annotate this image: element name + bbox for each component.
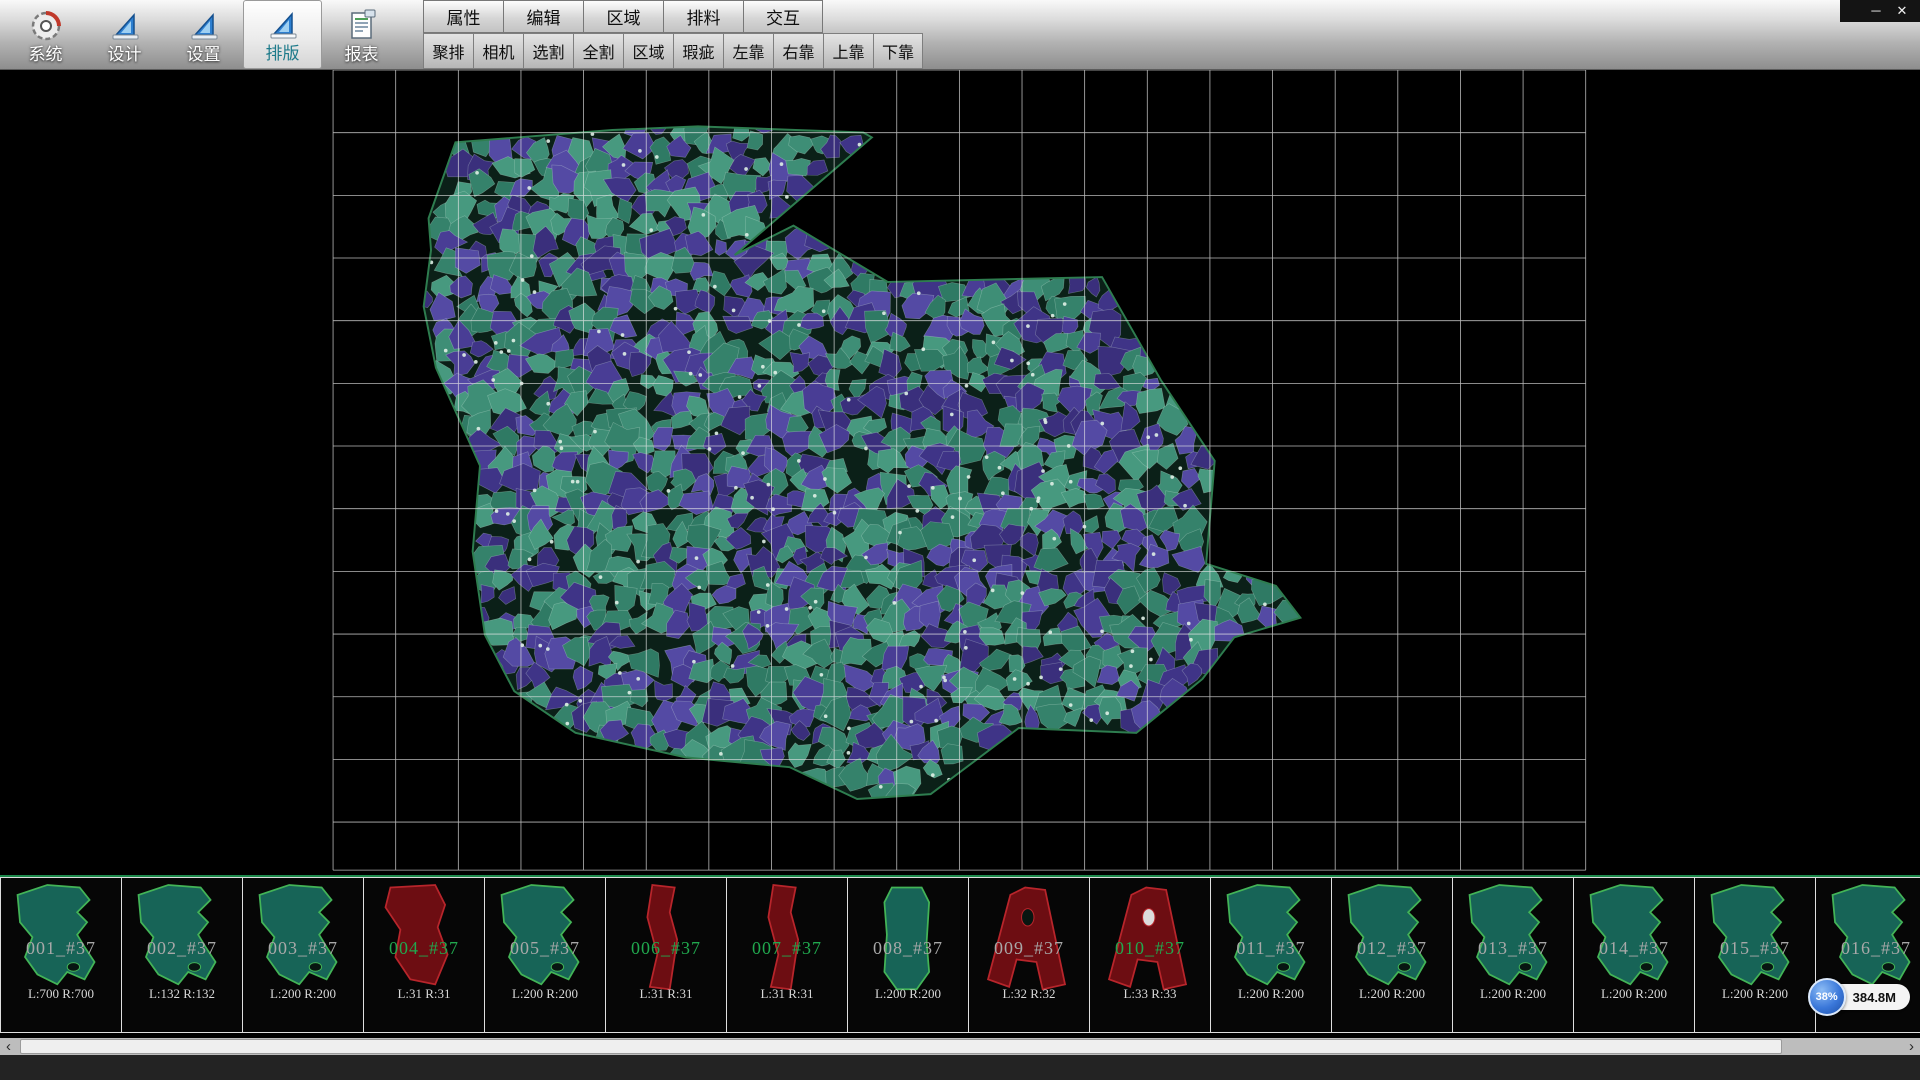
tool-button-5[interactable]: 区域 — [623, 33, 673, 69]
part-quantity-label: L:200 R:200 — [1332, 986, 1452, 1002]
nav-button-label: 设置 — [187, 46, 221, 65]
part-id-label: 001_#37 — [1, 938, 121, 959]
part-cell[interactable]: 014_#37 L:200 R:200 — [1574, 878, 1695, 1032]
part-id-label: 005_#37 — [485, 938, 605, 959]
tool-button-4[interactable]: 全割 — [573, 33, 623, 69]
nav-button-label: 排版 — [266, 45, 300, 64]
part-id-label: 008_#37 — [848, 938, 968, 959]
part-quantity-label: L:200 R:200 — [243, 986, 363, 1002]
menu-tab-2[interactable]: 编辑 — [503, 0, 583, 33]
menu-tab-3[interactable]: 区域 — [583, 0, 663, 33]
part-quantity-label: L:31 R:31 — [364, 986, 484, 1002]
part-id-label: 011_#37 — [1211, 938, 1331, 959]
part-cell[interactable]: 007_#37 L:31 R:31 — [727, 878, 848, 1032]
part-cell[interactable]: 004_#37 L:31 R:31 — [364, 878, 485, 1032]
scroll-right-arrow-icon[interactable]: › — [1903, 1038, 1920, 1055]
part-quantity-label: L:200 R:200 — [1574, 986, 1694, 1002]
tool-button-7[interactable]: 左靠 — [723, 33, 773, 69]
nav-buttons: 系统 设计 设置 排版 报表 — [0, 0, 401, 69]
design-icon — [106, 6, 144, 46]
part-id-label: 013_#37 — [1453, 938, 1573, 959]
tool-button-10[interactable]: 下靠 — [873, 33, 923, 69]
menu-tab-4[interactable]: 排料 — [663, 0, 743, 33]
part-quantity-label: L:31 R:31 — [727, 986, 847, 1002]
part-cell[interactable]: 015_#37 L:200 R:200 — [1695, 878, 1816, 1032]
scroll-left-arrow-icon[interactable]: ‹ — [0, 1038, 17, 1055]
nav-button-label: 设计 — [108, 46, 142, 65]
status-badge: 38% 384.8M — [1808, 978, 1910, 1016]
tool-button-1[interactable]: 聚排 — [423, 33, 473, 69]
part-id-label: 003_#37 — [243, 938, 363, 959]
part-cell[interactable]: 011_#37 L:200 R:200 — [1211, 878, 1332, 1032]
parts-strip: 001_#37L:700 R:700002_#37L:132 R:132003_… — [0, 877, 1920, 1033]
part-id-label: 002_#37 — [122, 938, 242, 959]
menu-tab-1[interactable]: 属性 — [423, 0, 503, 33]
part-cell[interactable]: 003_#37 L:200 R:200 — [243, 878, 364, 1032]
close-button[interactable]: ✕ — [1890, 0, 1914, 22]
part-cell[interactable]: 009_#37 L:32 R:32 — [969, 878, 1090, 1032]
part-id-label: 014_#37 — [1574, 938, 1694, 959]
part-quantity-label: L:200 R:200 — [485, 986, 605, 1002]
part-quantity-label: L:200 R:200 — [848, 986, 968, 1002]
tool-buttons: 聚排相机选割全割区域瑕疵左靠右靠上靠下靠 — [423, 33, 923, 69]
menu-area: 属性编辑区域排料交互 聚排相机选割全割区域瑕疵左靠右靠上靠下靠 — [423, 0, 923, 69]
part-id-label: 010_#37 — [1090, 938, 1210, 959]
nav-button-label: 报表 — [345, 46, 379, 65]
nav-button-1[interactable]: 系统 — [6, 0, 85, 69]
part-quantity-label: L:200 R:200 — [1695, 986, 1815, 1002]
main-toolbar: 系统设计设置排版报表 属性编辑区域排料交互 聚排相机选割全割区域瑕疵左靠右靠上靠… — [0, 0, 1920, 70]
part-quantity-label: L:200 R:200 — [1211, 986, 1331, 1002]
part-quantity-label: L:33 R:33 — [1090, 986, 1210, 1002]
application-window: 系统设计设置排版报表 属性编辑区域排料交互 聚排相机选割全割区域瑕疵左靠右靠上靠… — [0, 0, 1920, 1080]
part-quantity-label: L:31 R:31 — [606, 986, 726, 1002]
nesting-canvas-drawing — [0, 70, 1920, 875]
nav-button-4[interactable]: 排版 — [243, 0, 322, 69]
menu-tab-5[interactable]: 交互 — [743, 0, 823, 33]
tool-button-6[interactable]: 瑕疵 — [673, 33, 723, 69]
part-id-label: 016_#37 — [1816, 938, 1920, 959]
report-icon — [343, 6, 381, 46]
window-controls: ─ ✕ — [1840, 0, 1920, 22]
part-quantity-label: L:200 R:200 — [1453, 986, 1573, 1002]
nav-button-label: 系统 — [29, 46, 63, 65]
tool-button-2[interactable]: 相机 — [473, 33, 523, 69]
part-id-label: 007_#37 — [727, 938, 847, 959]
nav-button-5[interactable]: 报表 — [322, 0, 401, 69]
nesting-layout-icon — [264, 5, 302, 45]
part-cell[interactable]: 008_#37 L:200 R:200 — [848, 878, 969, 1032]
part-cell[interactable]: 005_#37 L:200 R:200 — [485, 878, 606, 1032]
horizontal-scrollbar[interactable]: ‹ › — [0, 1038, 1920, 1055]
nav-button-2[interactable]: 设计 — [85, 0, 164, 69]
part-cell[interactable]: 001_#37 L:700 R:700 — [1, 878, 122, 1032]
tool-button-3[interactable]: 选割 — [523, 33, 573, 69]
part-id-label: 004_#37 — [364, 938, 484, 959]
part-cell[interactable]: 012_#37 L:200 R:200 — [1332, 878, 1453, 1032]
tool-button-8[interactable]: 右靠 — [773, 33, 823, 69]
part-quantity-label: L:132 R:132 — [122, 986, 242, 1002]
parts-row: 001_#37L:700 R:700002_#37L:132 R:132003_… — [0, 878, 1920, 1032]
part-id-label: 012_#37 — [1332, 938, 1452, 959]
bottom-filler — [0, 1055, 1920, 1080]
part-cell[interactable]: 010_#37 L:33 R:33 — [1090, 878, 1211, 1032]
part-quantity-label: L:700 R:700 — [1, 986, 121, 1002]
part-quantity-label: L:32 R:32 — [969, 986, 1089, 1002]
nav-button-3[interactable]: 设置 — [164, 0, 243, 69]
part-cell[interactable]: 002_#37 L:132 R:132 — [122, 878, 243, 1032]
progress-circle: 38% — [1808, 978, 1846, 1016]
settings-icon — [185, 6, 223, 46]
part-id-label: 015_#37 — [1695, 938, 1815, 959]
part-cell[interactable]: 006_#37 L:31 R:31 — [606, 878, 727, 1032]
part-cell[interactable]: 013_#37 L:200 R:200 — [1453, 878, 1574, 1032]
system-gear-icon — [27, 6, 65, 46]
part-id-label: 009_#37 — [969, 938, 1089, 959]
tool-button-9[interactable]: 上靠 — [823, 33, 873, 69]
menu-tabs: 属性编辑区域排料交互 — [423, 0, 923, 33]
scrollbar-thumb[interactable] — [20, 1039, 1782, 1054]
minimize-button[interactable]: ─ — [1864, 0, 1888, 22]
part-id-label: 006_#37 — [606, 938, 726, 959]
nesting-canvas[interactable] — [0, 70, 1920, 875]
